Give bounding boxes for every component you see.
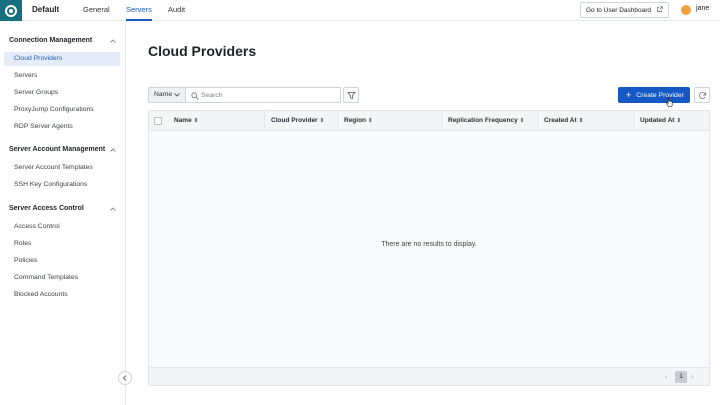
chevron-up-icon[interactable] [110,148,116,152]
sidebar-item-rdp-server-agents[interactable]: RDP Server Agents [4,120,120,134]
sort-icon: ⇕ [578,118,584,124]
logo-icon [5,4,17,17]
sort-icon: ⇕ [676,118,682,124]
create-provider-button[interactable]: + Create Provider [618,87,690,103]
sidebar-item-roles[interactable]: Roles [4,237,120,251]
sort-icon: ⇕ [519,118,525,124]
table-footer: ‹ 1 › [149,367,709,385]
page-title: Cloud Providers [148,43,257,59]
mouse-cursor-icon [666,97,673,107]
search-input[interactable] [201,89,336,101]
app-logo[interactable] [0,0,22,21]
column-label: Region [344,117,367,124]
sidebar-item-servers[interactable]: Servers [4,69,120,83]
tab-general[interactable]: General [83,5,110,21]
funnel-icon [346,91,356,99]
refresh-button[interactable] [694,87,710,103]
column-header-replication-frequency[interactable]: Replication Frequency ⇕ [441,111,537,131]
next-page-button[interactable]: › [691,372,694,381]
username[interactable]: jane [696,5,709,12]
providers-table: Name ⇕ Cloud Provider ⇕ Region ⇕ Replicatio… [148,110,710,386]
filter-button[interactable] [343,87,359,103]
top-bar: Default General Servers Audit Go to User… [0,0,720,21]
empty-state-message: There are no results to display. [381,241,477,248]
tab-audit[interactable]: Audit [168,5,185,21]
sidebar-item-proxyjump-configurations[interactable]: ProxyJump Configurations [4,103,120,117]
section-connection-management[interactable]: Connection Management [9,37,92,44]
go-to-user-dashboard-button[interactable]: Go to User Dashboard [580,2,669,18]
page-number-current[interactable]: 1 [675,371,687,383]
chevron-down-icon [174,93,180,97]
chevron-up-icon[interactable] [110,207,116,211]
sort-icon: ⇕ [319,118,325,124]
sidebar-item-ssh-key-configurations[interactable]: SSH Key Configurations [4,178,120,192]
external-link-icon [657,6,663,12]
sidebar-item-access-control[interactable]: Access Control [4,220,120,234]
workspace-name[interactable]: Default [32,5,59,14]
search-icon [191,92,199,100]
chevron-left-icon [122,375,127,381]
section-server-access-control[interactable]: Server Access Control [9,205,84,212]
column-label: Replication Frequency [448,117,518,124]
sidebar-item-server-groups[interactable]: Server Groups [4,86,120,100]
column-label: Created At [544,117,577,124]
sort-icon: ⇕ [193,118,199,124]
sidebar-item-policies[interactable]: Policies [4,254,120,268]
select-all-checkbox[interactable] [154,117,162,125]
column-label: Updated At [640,117,675,124]
filter-field-value: Name [154,91,173,98]
column-header-created-at[interactable]: Created At ⇕ [537,111,633,131]
column-header-updated-at[interactable]: Updated At ⇕ [633,111,709,131]
section-server-account-management[interactable]: Server Account Management [9,146,105,153]
tab-servers[interactable]: Servers [126,5,152,21]
chevron-up-icon[interactable] [110,39,116,43]
column-header-region[interactable]: Region ⇕ [337,111,441,131]
column-label: Cloud Provider [271,117,318,124]
sidebar-item-cloud-providers[interactable]: Cloud Providers [4,52,120,66]
column-header-cloud-provider[interactable]: Cloud Provider ⇕ [264,111,334,131]
filter-field-select[interactable]: Name [148,87,186,103]
column-header-name[interactable]: Name ⇕ [168,111,264,131]
previous-page-button[interactable]: ‹ [665,372,668,381]
sidebar-item-blocked-accounts[interactable]: Blocked Accounts [4,288,120,302]
collapse-sidebar-button[interactable] [118,371,132,385]
sidebar-item-command-templates[interactable]: Command Templates [4,271,120,285]
column-label: Name [174,117,192,124]
create-provider-label: Create Provider [636,91,684,99]
refresh-icon [698,91,706,99]
avatar[interactable] [681,5,691,15]
search-box[interactable] [186,87,341,103]
table-header: Name ⇕ Cloud Provider ⇕ Region ⇕ Replicatio… [149,111,709,131]
sort-icon: ⇕ [368,118,373,124]
sidebar: Connection Management Cloud Providers Se… [0,22,126,405]
user-dashboard-label: Go to User Dashboard [586,6,652,14]
sidebar-item-server-account-templates[interactable]: Server Account Templates [4,161,120,175]
plus-icon: + [626,90,632,100]
